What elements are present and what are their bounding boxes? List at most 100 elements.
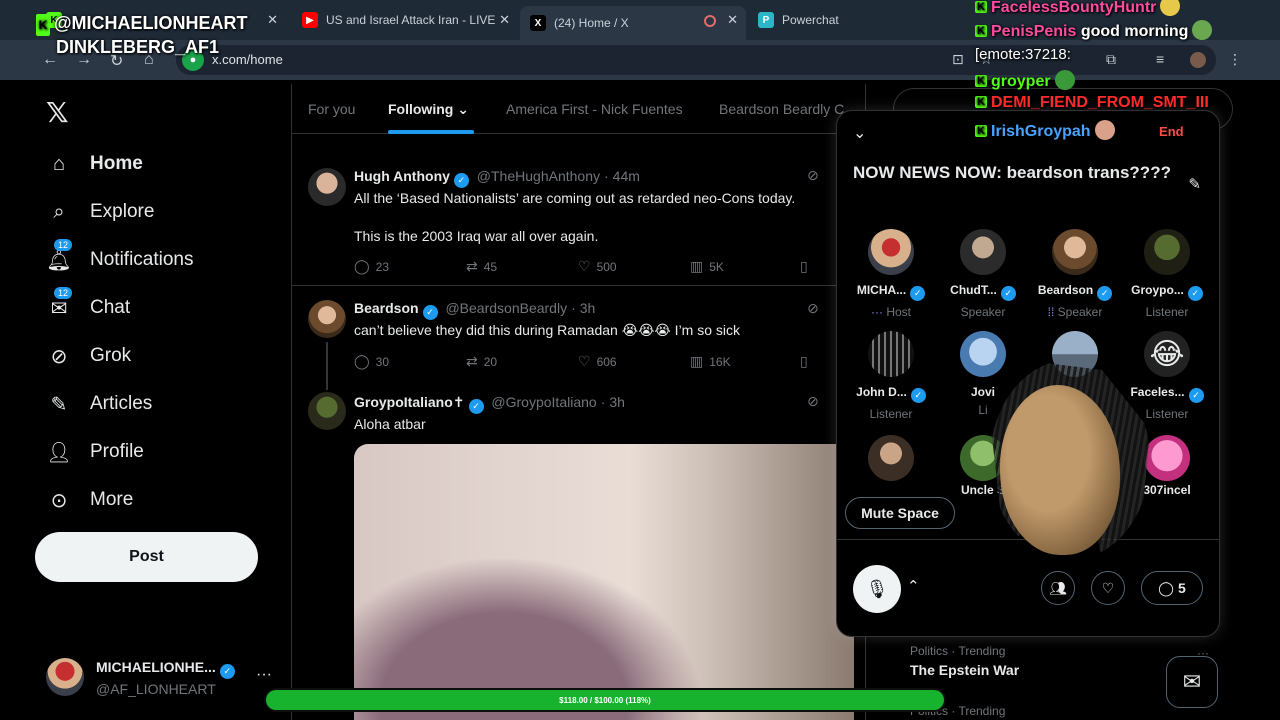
tab-x-home[interactable]: X (24) Home / X ✕: [520, 6, 746, 40]
messages-fab-button[interactable]: ✉: [1166, 656, 1218, 708]
heart-plus-icon: ♡: [1101, 579, 1115, 596]
views-button[interactable]: ▥ 16K: [690, 353, 731, 370]
tweet-text: This is the 2003 Iraq war all over again…: [354, 228, 599, 244]
repost-button[interactable]: ⇄ 45: [466, 258, 497, 275]
powerchat-icon: P: [758, 12, 774, 28]
tweet-actions: ◯ 23 ⇄ 45 ♡ 500 ▥ 5K ▯: [354, 258, 854, 276]
grok-icon[interactable]: ⊘: [807, 300, 819, 317]
kick-icon: K: [36, 14, 50, 36]
tweet-author[interactable]: Hugh Anthony ✓ @TheHughAnthony · 44m: [354, 168, 640, 188]
sidebar-item-more[interactable]: ⊙ More: [46, 480, 134, 520]
sidebar-item-explore[interactable]: ⌕ Explore: [46, 192, 154, 232]
reply-icon: ◯: [354, 353, 370, 369]
views-button[interactable]: ▥ 5K: [690, 258, 724, 275]
extensions-icon[interactable]: ⧉: [1106, 51, 1116, 68]
x-logo-icon[interactable]: 𝕏: [46, 96, 69, 129]
close-icon[interactable]: ✕: [267, 12, 278, 28]
mail-icon: ✉ 12: [46, 287, 73, 321]
bookmark-button[interactable]: ▯: [800, 258, 814, 275]
like-button[interactable]: ♡ 606: [578, 353, 617, 370]
main-feed: For you Following ⌄ America First - Nick…: [291, 84, 866, 720]
account-switcher[interactable]: MICHAELIONHE... ✓ @AF_LIONHEART ···: [46, 656, 276, 700]
participant-name: John D... ✓: [845, 385, 937, 403]
sidebar-item-label: Grok: [90, 345, 132, 366]
avatar: [868, 331, 914, 377]
sidebar-item-notifications[interactable]: 🔔︎ 12 Notifications: [46, 239, 194, 280]
tweet-actions: ◯ 30 ⇄ 20 ♡ 606 ▥ 16K ▯: [354, 353, 854, 371]
participants-button[interactable]: 👥︎: [1041, 571, 1075, 605]
space-participant[interactable]: ChudT... ✓ Speaker: [937, 229, 1029, 319]
chevron-down-icon[interactable]: ⌄: [853, 123, 866, 143]
sidebar-item-home[interactable]: ⌂ Home: [46, 144, 143, 184]
emoji-icon: [1160, 0, 1181, 16]
grok-icon[interactable]: ⊘: [807, 393, 819, 410]
bookmark-icon: ▯: [800, 258, 808, 274]
space-participant[interactable]: Beardson ✓ ⁞⁞ Speaker: [1029, 229, 1121, 319]
reply-icon: ◯: [354, 258, 370, 274]
chat-message: Kgroyper: [975, 70, 1075, 91]
mic-button[interactable]: 🎙︎: [853, 565, 901, 613]
tab-beardson[interactable]: Beardson Beardly C: [719, 101, 844, 117]
space-participant[interactable]: [845, 435, 937, 481]
tweet-author[interactable]: GroypoItaliano✝ ✓ @GroypoItaliano · 3h: [354, 394, 625, 414]
reply-button[interactable]: ◯ 23: [354, 258, 389, 275]
like-button[interactable]: ♡ 500: [578, 258, 617, 275]
sidebar-item-articles[interactable]: ✎ Articles: [46, 384, 153, 424]
media-icon[interactable]: ≡: [1156, 51, 1164, 67]
avatar[interactable]: [308, 300, 346, 338]
participant-name: MICHA... ✓: [845, 283, 937, 301]
bookmark-button[interactable]: ▯: [800, 353, 814, 370]
avatar: [868, 435, 914, 481]
tab-youtube[interactable]: ▶ US and Israel Attack Iran - LIVE ✕: [292, 6, 518, 34]
participant-name: Groypo... ✓: [1121, 283, 1213, 301]
tab-for-you[interactable]: For you: [308, 101, 355, 117]
trend-item[interactable]: Politics · Trending The Epstein War: [910, 644, 1019, 678]
tab-following[interactable]: Following ⌄: [388, 101, 469, 118]
menu-kebab-icon[interactable]: ⋮: [1228, 51, 1242, 68]
tweet-media-image[interactable]: [354, 444, 854, 720]
grok-icon: ⊘: [50, 345, 68, 368]
avatar[interactable]: [308, 168, 346, 206]
verified-icon: ✓: [453, 173, 469, 188]
tweet-text: All the ‘Based Nationalists’ are coming …: [354, 190, 796, 206]
tweet-author[interactable]: Beardson ✓ @BeardsonBeardly · 3h: [354, 300, 595, 320]
react-button[interactable]: ♡: [1091, 571, 1125, 605]
vtuber-avatar-overlay: [990, 360, 1150, 575]
bell-icon: 🔔︎ 12: [46, 239, 73, 272]
grok-icon[interactable]: ⊘: [807, 167, 819, 184]
avatar[interactable]: [308, 392, 346, 430]
profile-avatar[interactable]: [1190, 52, 1206, 68]
post-button[interactable]: Post: [35, 532, 258, 582]
space-participant[interactable]: MICHA... ✓ ··· Host: [845, 229, 937, 319]
person-icon: 👤︎: [46, 441, 72, 464]
space-title: NOW NEWS NOW: beardson trans????: [853, 163, 1171, 182]
youtube-icon: ▶: [302, 12, 318, 28]
sidebar-item-chat[interactable]: ✉ 12 Chat: [46, 287, 130, 328]
close-icon[interactable]: ✕: [499, 12, 510, 28]
tab-powerchat[interactable]: P Powerchat: [748, 6, 974, 34]
space-participant[interactable]: Groypo... ✓ Listener: [1121, 229, 1213, 319]
repost-button[interactable]: ⇄ 20: [466, 353, 497, 370]
heart-icon: ♡: [578, 353, 591, 369]
tweet-item[interactable]: Hugh Anthony ✓ @TheHughAnthony · 44m ⊘ All …: [292, 152, 865, 286]
chat-message: [emote:37218:: [975, 46, 1071, 63]
tweet-item[interactable]: GroypoItaliano✝ ✓ @GroypoItaliano · 3h ⊘ Al…: [292, 384, 865, 720]
tab-america-first[interactable]: America First - Nick Fuentes: [506, 101, 683, 117]
sidebar-item-grok[interactable]: ⊘ Grok: [46, 336, 132, 376]
avatar: [1144, 229, 1190, 275]
comments-button[interactable]: ◯ 5: [1141, 571, 1203, 605]
install-icon[interactable]: ⊡: [952, 51, 964, 68]
reply-button[interactable]: ◯ 30: [354, 353, 389, 370]
sidebar-item-profile[interactable]: 👤︎ Profile: [46, 432, 144, 472]
mute-space-button[interactable]: Mute Space: [845, 497, 955, 529]
edit-icon[interactable]: ✎: [1188, 175, 1201, 193]
close-icon[interactable]: ✕: [727, 12, 738, 28]
tweet-item[interactable]: Beardson ✓ @BeardsonBeardly · 3h ⊘ can’t be…: [292, 286, 865, 394]
space-participant[interactable]: John D... ✓ Listener: [845, 331, 937, 421]
views-icon: ▥: [690, 353, 704, 369]
sidebar-item-label: Home: [90, 153, 143, 174]
chevron-up-icon[interactable]: ⌃: [907, 577, 920, 595]
account-handle: @AF_LIONHEART: [96, 681, 216, 697]
thread-line: [326, 342, 328, 390]
chat-badge: 12: [54, 287, 73, 299]
